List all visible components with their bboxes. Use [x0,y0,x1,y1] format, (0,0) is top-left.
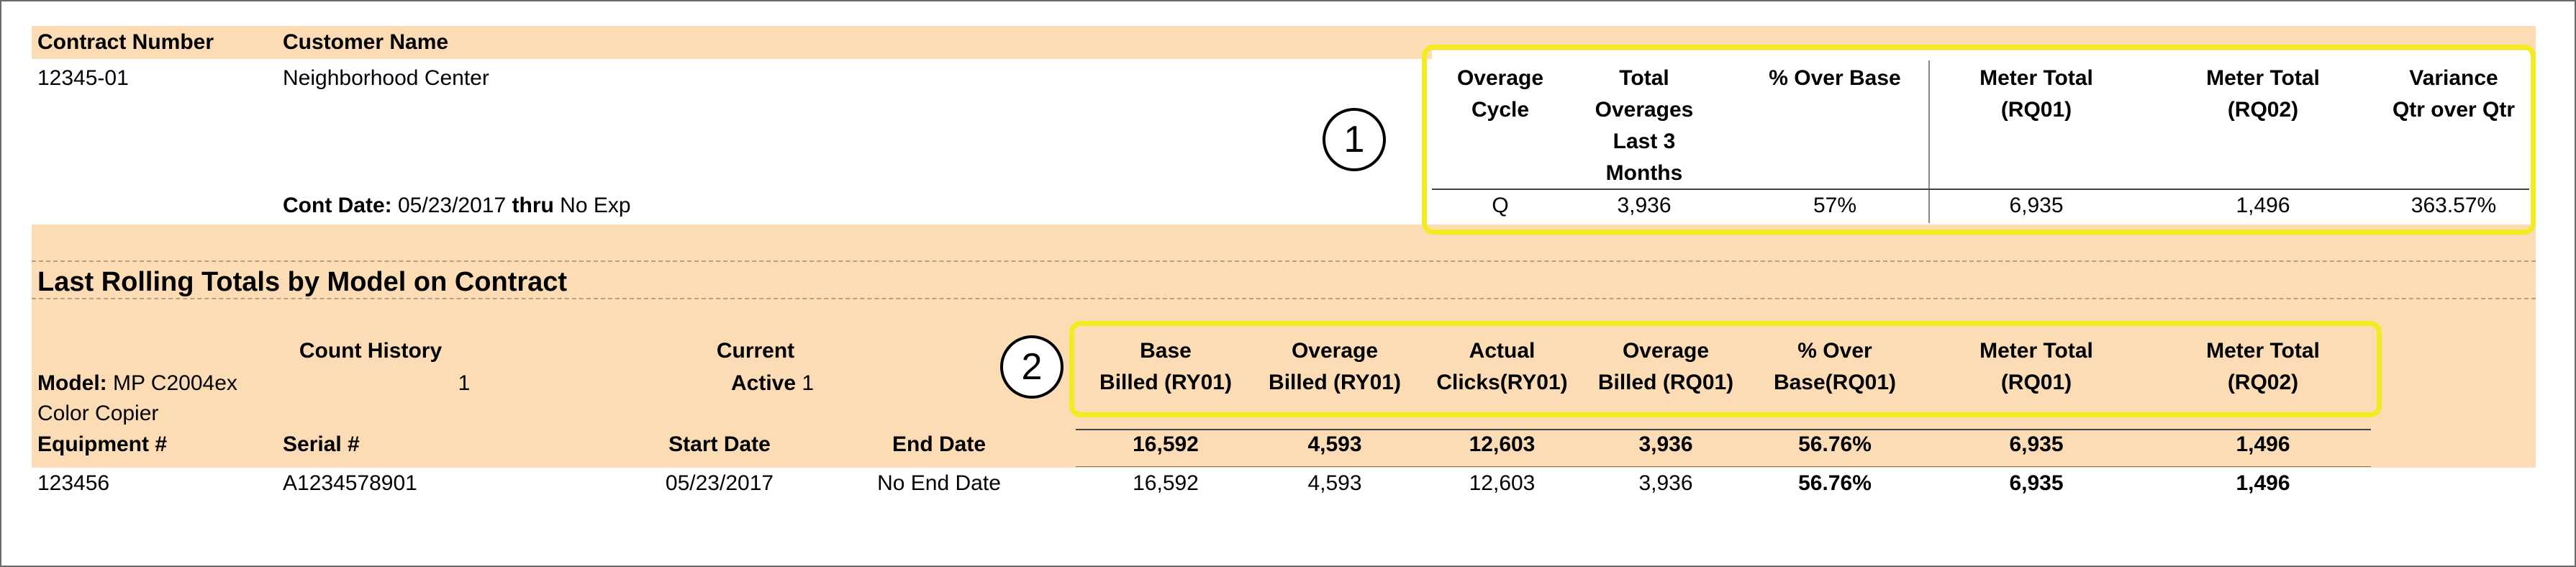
cont-date: 05/23/2017 [398,194,507,217]
start-date-header: Start Date [668,432,771,456]
active-label: Active [731,371,797,395]
row-overage-billed-rq01: 3,936 [1638,471,1693,495]
serial-number: A1234578901 [283,471,417,495]
row-actual-clicks: 12,603 [1469,471,1536,495]
exp-value: No Exp [560,194,631,217]
section-title: Last Rolling Totals by Model on Contract [37,267,568,297]
current-label: Current [716,339,795,363]
section-rule-top [32,260,2536,262]
row-meter-rq01: 6,935 [2009,471,2064,495]
total-overage-billed-ry01: 4,593 [1307,432,1362,456]
highlight-box-1 [1422,45,2536,235]
total-actual-clicks: 12,603 [1469,432,1536,456]
contract-number-header: Contract Number [37,30,214,54]
serial-header: Serial # [283,432,360,456]
total-base-billed: 16,592 [1133,432,1199,456]
model-label: Model: [37,371,107,395]
cont-date-label: Cont Date: [283,194,392,217]
highlight-box-2 [1069,321,2382,417]
count-history-label: Count History [299,339,443,363]
section-rule-bottom [32,298,2536,299]
model-desc: Color Copier [37,402,159,425]
thru-label: thru [512,194,554,217]
row-base-billed: 16,592 [1133,471,1199,495]
contract-number: 12345-01 [37,66,129,90]
row-meter-rq02: 1,496 [2236,471,2290,495]
model-line: Model: MP C2004ex [37,368,237,399]
total-overage-billed-rq01: 3,936 [1638,432,1693,456]
customer-name: Neighborhood Center [283,66,489,90]
model-name: MP C2004ex [113,371,237,395]
count-history-value: 1 [458,371,471,395]
end-date: No End Date [877,471,1001,495]
end-date-header: End Date [892,432,987,456]
total-pct-over-base: 56.76% [1798,432,1872,456]
contract-dates: Cont Date: 05/23/2017 thru No Exp [283,190,631,222]
row-overage-billed-ry01: 4,593 [1307,471,1362,495]
row-pct-over-base: 56.76% [1798,471,1872,495]
active-value: 1 [802,371,815,395]
equipment-number: 123456 [37,471,110,495]
equipment-row-rule [1076,466,2371,467]
callout-2: 2 [1000,335,1063,399]
active-line: Active 1 [731,368,814,399]
customer-name-header: Customer Name [283,30,449,54]
start-date: 05/23/2017 [665,471,774,495]
callout-1: 1 [1323,108,1386,171]
total-meter-rq02: 1,496 [2236,432,2290,456]
equipment-header: Equipment # [37,432,168,456]
total-meter-rq01: 6,935 [2009,432,2064,456]
